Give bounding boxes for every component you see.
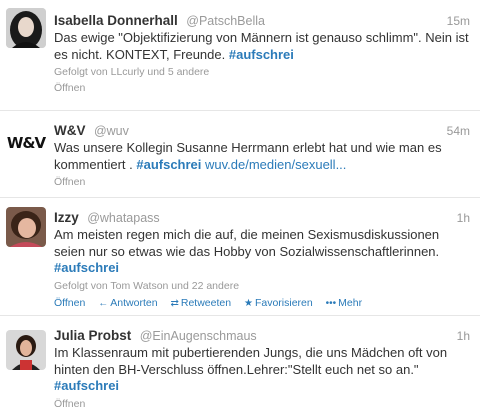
more-button[interactable]: ••• Mehr xyxy=(326,297,362,309)
reply-button[interactable]: ← Antworten xyxy=(98,297,157,309)
retweet-button[interactable]: ⇄ Retweeten xyxy=(170,297,231,309)
avatar[interactable]: W&V xyxy=(6,123,46,163)
author-handle[interactable]: @wuv xyxy=(94,124,129,138)
favorite-button[interactable]: ★ Favorisieren xyxy=(244,297,313,309)
open-link[interactable]: Öffnen xyxy=(54,82,470,94)
tweet-text-body: Im Klassenraum mit pubertierenden Jungs,… xyxy=(54,345,448,377)
tweet-time[interactable]: 1h xyxy=(457,211,470,225)
wv-logo: W&V xyxy=(6,134,46,152)
avatar-portrait-icon xyxy=(6,8,46,48)
tweet-item[interactable]: Isabella Donnerhall @PatschBella 15m Das… xyxy=(0,0,480,111)
tweet-actions: Öffnen ← Antworten ⇄ Retweeten ★ Favorisier… xyxy=(54,297,470,309)
tweet-time[interactable]: 15m xyxy=(447,14,470,28)
tweet-time[interactable]: 1h xyxy=(457,329,470,343)
tweet-text: Das ewige "Objektifizierung von Männern … xyxy=(54,30,470,63)
reply-icon: ← xyxy=(98,297,109,309)
author-handle[interactable]: @EinAugenschmaus xyxy=(140,329,257,343)
author-handle[interactable]: @PatschBella xyxy=(186,14,265,28)
open-link[interactable]: Öffnen xyxy=(54,398,470,410)
author-handle[interactable]: @whatapass xyxy=(87,211,159,225)
tweet-time[interactable]: 54m xyxy=(447,124,470,138)
star-icon: ★ xyxy=(243,297,253,309)
tweet-item[interactable]: W&V W&V @wuv 54m Was unsere Kollegin Sus… xyxy=(0,111,480,198)
open-link[interactable]: Öffnen xyxy=(54,176,470,188)
open-link[interactable]: Öffnen xyxy=(54,297,85,309)
favorite-label: Favorisieren xyxy=(254,296,313,309)
tweet-feed: Isabella Donnerhall @PatschBella 15m Das… xyxy=(0,0,480,419)
author-name[interactable]: Isabella Donnerhall xyxy=(54,13,178,28)
avatar[interactable] xyxy=(6,330,46,370)
author-name[interactable]: Izzy xyxy=(54,210,79,225)
hashtag-link[interactable]: #aufschrei xyxy=(54,260,119,275)
tweet-text: Im Klassenraum mit pubertierenden Jungs,… xyxy=(54,345,470,395)
avatar-portrait-icon xyxy=(6,330,46,370)
reply-label: Antworten xyxy=(110,296,158,309)
author-name[interactable]: Julia Probst xyxy=(54,328,131,343)
avatar-portrait-icon xyxy=(6,207,46,247)
more-dots-icon: ••• xyxy=(325,297,337,309)
followed-by[interactable]: Gefolgt von Tom Watson und 22 andere xyxy=(54,280,470,293)
tweet-text: Am meisten regen mich die auf, die meine… xyxy=(54,227,470,277)
tweet-item[interactable]: Izzy @whatapass 1h Am meisten regen mich… xyxy=(0,198,480,316)
avatar[interactable] xyxy=(6,207,46,247)
url-link[interactable]: wuv.de/medien/sexuell... xyxy=(201,157,346,172)
hashtag-link[interactable]: #aufschrei xyxy=(229,47,294,62)
author-name[interactable]: W&V xyxy=(54,123,86,138)
more-label: Mehr xyxy=(338,296,363,309)
tweet-text-body: Am meisten regen mich die auf, die meine… xyxy=(54,227,440,259)
hashtag-link[interactable]: #aufschrei xyxy=(136,157,201,172)
hashtag-link[interactable]: #aufschrei xyxy=(54,378,119,393)
tweet-item[interactable]: Julia Probst @EinAugenschmaus 1h Im Klas… xyxy=(0,316,480,419)
retweet-icon: ⇄ xyxy=(170,297,179,309)
followed-by[interactable]: Gefolgt von LLcurly und 5 andere xyxy=(54,66,470,79)
tweet-text: Was unsere Kollegin Susanne Herrmann erl… xyxy=(54,140,470,173)
avatar[interactable] xyxy=(6,8,46,48)
retweet-label: Retweeten xyxy=(180,296,232,309)
